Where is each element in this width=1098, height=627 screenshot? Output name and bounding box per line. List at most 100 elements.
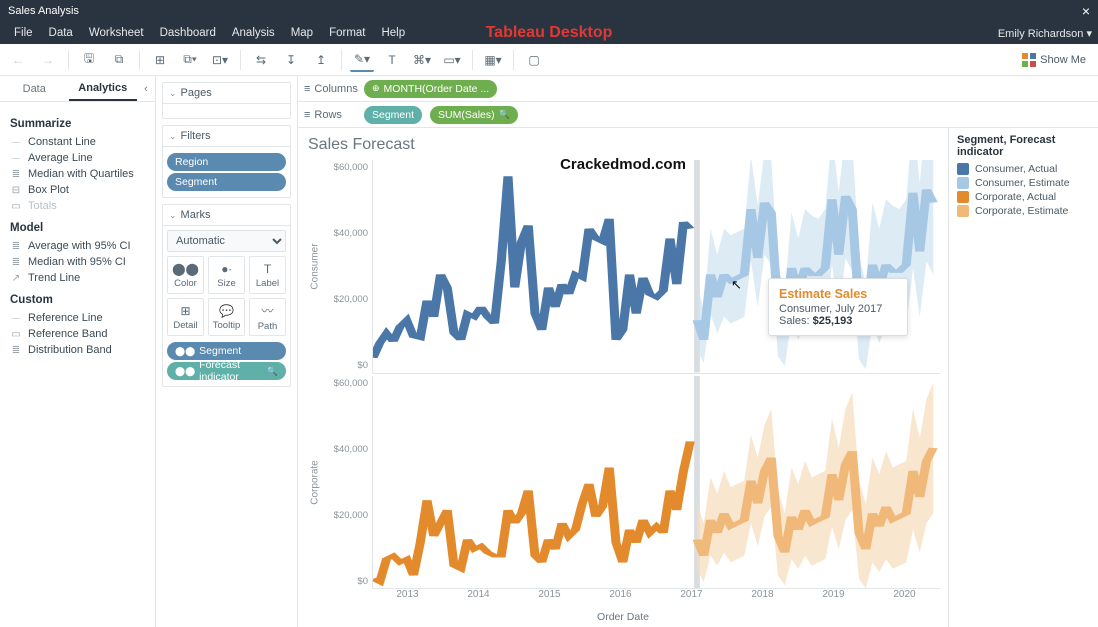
user-menu[interactable]: Emily Richardson ▾ xyxy=(998,27,1092,40)
sort-desc-icon[interactable]: ↥ xyxy=(309,48,333,72)
search-icon: 🔍 xyxy=(267,366,278,377)
legend-label: Consumer, Estimate xyxy=(975,177,1070,189)
tooltip: Estimate Sales Consumer, July 2017 Sales… xyxy=(768,278,908,336)
tab-data[interactable]: Data xyxy=(0,76,69,101)
analytics-ref-line[interactable]: ⏤Reference Line xyxy=(10,310,145,326)
swap-axes-icon[interactable]: ⇆ xyxy=(249,48,273,72)
mark-color[interactable]: ⬤⬤Color xyxy=(167,256,204,294)
separator xyxy=(139,50,140,70)
filter-pill-region[interactable]: Region xyxy=(167,153,286,171)
x-tick: 2020 xyxy=(869,589,940,609)
close-icon[interactable]: × xyxy=(1082,3,1090,19)
menu-dashboard[interactable]: Dashboard xyxy=(152,24,224,42)
showme-button[interactable]: Show Me xyxy=(1016,50,1092,70)
legend-header: Segment, Forecast indicator xyxy=(957,134,1090,158)
mark-size[interactable]: ●∙Size xyxy=(208,256,245,294)
menu-analysis[interactable]: Analysis xyxy=(224,24,283,42)
titlebar: Sales Analysis × xyxy=(0,0,1098,22)
text-icon[interactable]: T xyxy=(380,48,404,72)
y-axis: $60,000$40,000$20,000$0 xyxy=(324,376,372,590)
column-pill-month[interactable]: ⊕MONTH(Order Date ... xyxy=(364,80,497,98)
plot[interactable] xyxy=(372,376,940,590)
label-icon: T xyxy=(264,262,271,276)
menu-data[interactable]: Data xyxy=(41,24,81,42)
y-tick: $40,000 xyxy=(334,444,368,455)
side-pane: Data Analytics ‹ Summarize ⏤Constant Lin… xyxy=(0,76,156,627)
menu-file[interactable]: File xyxy=(6,24,41,42)
row-pill-segment[interactable]: Segment xyxy=(364,106,422,124)
line-icon: ⏤ xyxy=(10,153,22,164)
y-tick: $0 xyxy=(357,576,368,587)
row-label: Corporate xyxy=(306,376,324,590)
pages-header[interactable]: ⌄Pages xyxy=(163,83,290,104)
rows-icon: ≡ xyxy=(304,109,310,121)
main-pane: ≡ Columns ⊕MONTH(Order Date ... ≡ Rows S… xyxy=(298,76,1098,627)
analytics-median-quartiles[interactable]: ≣Median with Quartiles xyxy=(10,166,145,182)
marks-header[interactable]: ⌄Marks xyxy=(163,205,290,226)
mark-pill-forecast[interactable]: ⬤⬤Forecast indicator🔍 xyxy=(167,362,286,380)
analytics-box-plot[interactable]: ⊟Box Plot xyxy=(10,182,145,198)
forward-icon[interactable]: → xyxy=(36,48,60,72)
columns-shelf[interactable]: ≡ Columns ⊕MONTH(Order Date ... xyxy=(298,76,1098,102)
chevron-down-icon: ⌄ xyxy=(169,210,177,221)
legend-item[interactable]: Consumer, Estimate xyxy=(957,176,1090,190)
legend-swatch xyxy=(957,191,969,203)
mark-tooltip[interactable]: 💬Tooltip xyxy=(208,298,245,336)
analytics-totals: ▭Totals xyxy=(10,198,145,214)
mark-pill-segment[interactable]: ⬤⬤Segment xyxy=(167,342,286,360)
rows-shelf[interactable]: ≡ Rows Segment SUM(Sales)🔍 xyxy=(298,102,1098,128)
x-tick: 2017 xyxy=(656,589,727,609)
analytics-dist-band[interactable]: ≣Distribution Band xyxy=(10,342,145,358)
back-icon[interactable]: ← xyxy=(6,48,30,72)
separator xyxy=(341,50,342,70)
chart-canvas[interactable]: Consumer$60,000$40,000$20,000$0↖Corporat… xyxy=(306,160,940,589)
analytics-average-line[interactable]: ⏤Average Line xyxy=(10,150,145,166)
analytics-median-ci[interactable]: ≣Median with 95% CI xyxy=(10,254,145,270)
legend-item[interactable]: Corporate, Estimate xyxy=(957,204,1090,218)
tab-analytics[interactable]: Analytics xyxy=(69,76,138,101)
sort-asc-icon[interactable]: ↧ xyxy=(279,48,303,72)
x-tick: 2013 xyxy=(372,589,443,609)
separator xyxy=(472,50,473,70)
viz-title[interactable]: Sales Forecast xyxy=(308,136,940,154)
mark-detail[interactable]: ⊞Detail xyxy=(167,298,204,336)
analytics-ref-band[interactable]: ▭Reference Band xyxy=(10,326,145,342)
menu-help[interactable]: Help xyxy=(373,24,413,42)
group-icon[interactable]: ⌘▾ xyxy=(410,48,434,72)
new-data-icon[interactable]: ⧉ xyxy=(107,48,131,72)
presentation-icon[interactable]: ▢ xyxy=(522,48,546,72)
analytics-trend-line[interactable]: ↗Trend Line xyxy=(10,270,145,286)
mark-label[interactable]: TLabel xyxy=(249,256,286,294)
chevron-left-icon[interactable]: ‹ xyxy=(137,76,155,101)
separator xyxy=(513,50,514,70)
workspace: Data Analytics ‹ Summarize ⏤Constant Lin… xyxy=(0,76,1098,627)
filter-pill-segment[interactable]: Segment xyxy=(167,173,286,191)
analytics-avg-ci[interactable]: ≣Average with 95% CI xyxy=(10,238,145,254)
duplicate-icon[interactable]: ⧉▾ xyxy=(178,48,202,72)
columns-icon: ≡ xyxy=(304,83,310,95)
legend-label: Corporate, Actual xyxy=(975,191,1056,203)
filters-header[interactable]: ⌄Filters xyxy=(163,126,290,147)
search-icon: 🔍 xyxy=(499,109,510,120)
row-pill-sumsales[interactable]: SUM(Sales)🔍 xyxy=(430,106,518,124)
fit-icon[interactable]: ▭▾ xyxy=(440,48,464,72)
menu-map[interactable]: Map xyxy=(283,24,321,42)
legend-item[interactable]: Consumer, Actual xyxy=(957,162,1090,176)
highlight-icon[interactable]: ✎▾ xyxy=(350,48,374,72)
mark-path[interactable]: 〰Path xyxy=(249,298,286,336)
save-icon[interactable]: 🖫 xyxy=(77,48,101,72)
y-tick: $60,000 xyxy=(334,162,368,173)
worksheet-format-icon[interactable]: ▦▾ xyxy=(481,48,505,72)
menu-worksheet[interactable]: Worksheet xyxy=(81,24,152,42)
plot[interactable]: ↖ xyxy=(372,160,940,374)
new-sheet-icon[interactable]: ⊞ xyxy=(148,48,172,72)
menu-format[interactable]: Format xyxy=(321,24,373,42)
toolbar: ← → 🖫 ⧉ ⊞ ⧉▾ ⊡▾ ⇆ ↧ ↥ ✎▾ T ⌘▾ ▭▾ ▦▾ ▢ Sh… xyxy=(0,44,1098,76)
analytics-constant-line[interactable]: ⏤Constant Line xyxy=(10,134,145,150)
legend-item[interactable]: Corporate, Actual xyxy=(957,190,1090,204)
marks-type-dropdown[interactable]: Automatic xyxy=(167,230,286,252)
clear-sheet-icon[interactable]: ⊡▾ xyxy=(208,48,232,72)
marks-card: ⌄Marks Automatic ⬤⬤Color ●∙Size TLabel ⊞… xyxy=(162,204,291,387)
legend-label: Consumer, Actual xyxy=(975,163,1057,175)
y-tick: $20,000 xyxy=(334,510,368,521)
